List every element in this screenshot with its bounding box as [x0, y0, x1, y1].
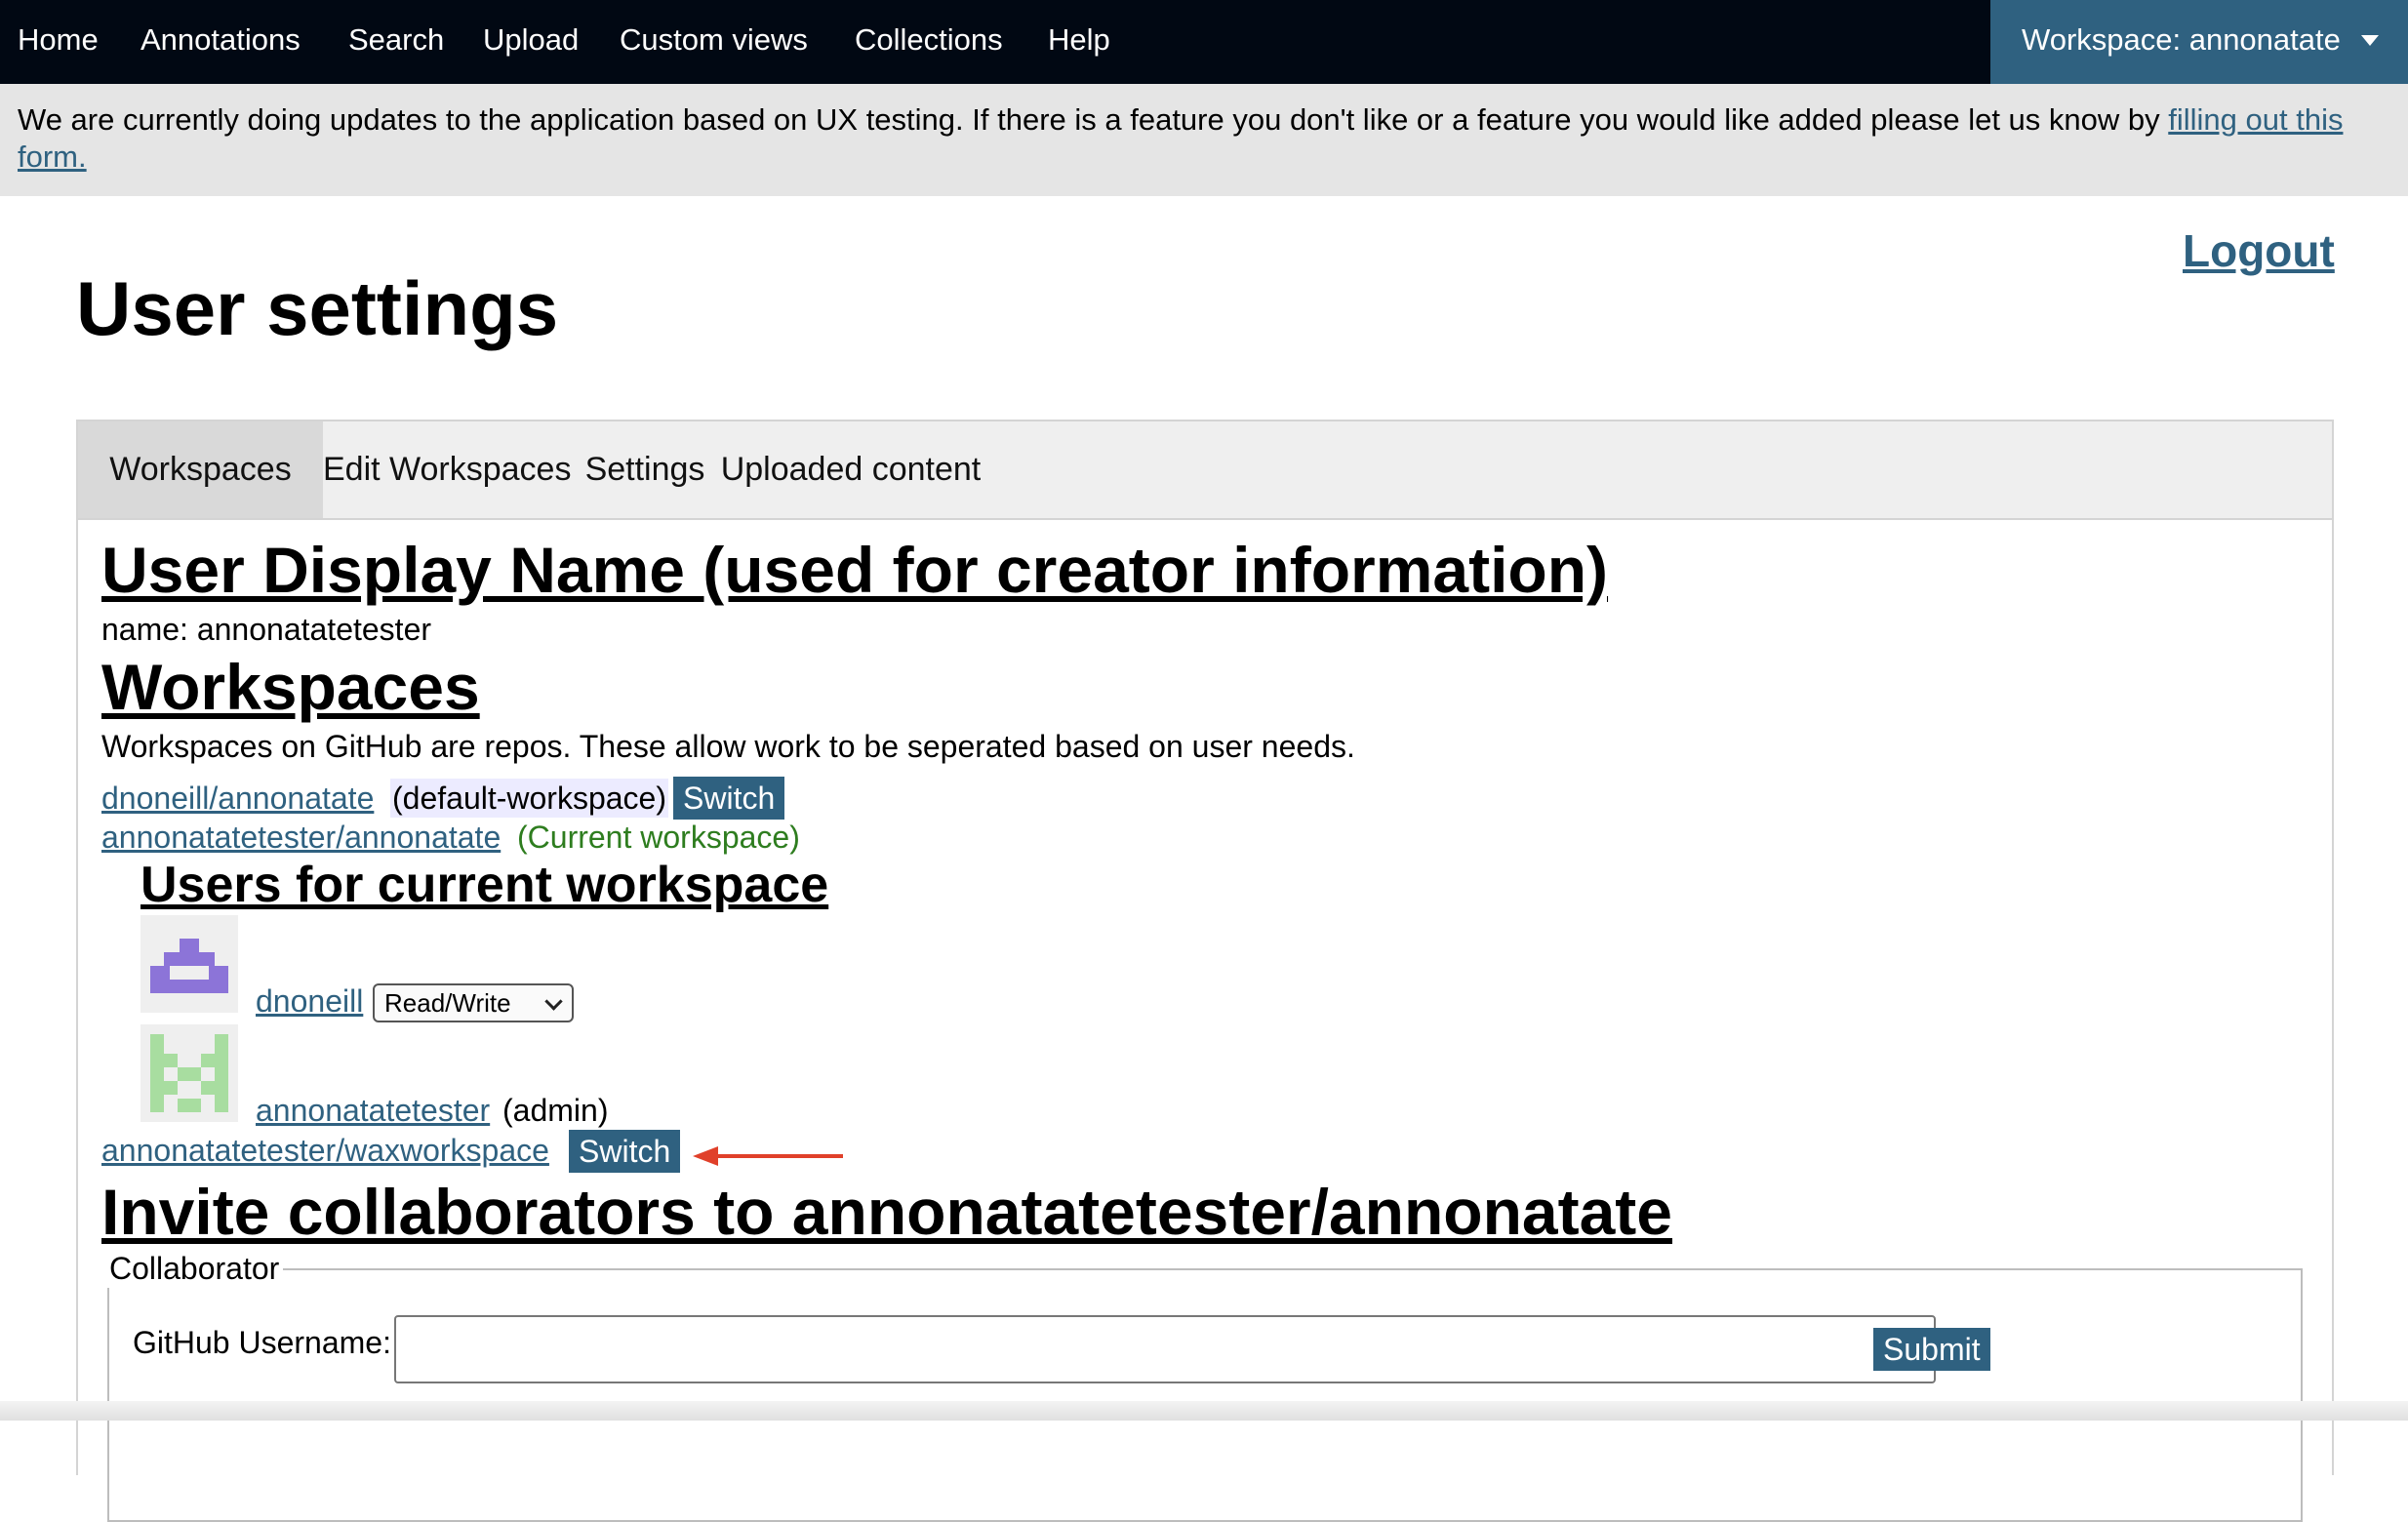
workspace-dropdown-label: Workspace: annonatate — [2022, 22, 2341, 57]
user-link[interactable]: annonatatetester — [256, 1091, 490, 1130]
avatar — [140, 1024, 238, 1122]
banner-text: We are currently doing updates to the ap… — [18, 101, 2379, 176]
caret-down-icon — [2361, 35, 2379, 46]
switch-workspace-button[interactable]: Switch — [569, 1130, 681, 1173]
nav-upload[interactable]: Upload — [483, 0, 579, 84]
workspaces-heading: Workspaces — [101, 651, 480, 723]
tab-edit-workspaces[interactable]: Edit Workspaces — [323, 421, 571, 518]
user-role-value: Read/Write — [384, 988, 511, 1018]
collaborator-legend: Collaborator — [105, 1249, 284, 1288]
top-nav: Home Annotations Search Upload Custom vi… — [0, 0, 2408, 84]
tab-settings[interactable]: Settings — [571, 421, 719, 518]
avatar — [140, 915, 238, 1013]
nav-collections[interactable]: Collections — [855, 0, 1003, 84]
current-workspace-badge: (Current workspace) — [517, 820, 800, 855]
user-role-select[interactable]: Read/Write — [373, 983, 574, 1022]
user-link[interactable]: dnoneill — [256, 981, 363, 1021]
default-workspace-badge: (default-workspace) — [390, 779, 668, 818]
switch-workspace-button[interactable]: Switch — [673, 777, 785, 820]
admin-label: (admin) — [502, 1093, 609, 1128]
banner-message: We are currently doing updates to the ap… — [18, 102, 2169, 137]
logout-link[interactable]: Logout — [2183, 224, 2335, 277]
display-name-heading: User Display Name (used for creator info… — [101, 534, 1609, 606]
submit-button[interactable]: Submit — [1873, 1328, 1990, 1371]
display-name-text: name: annonatatetester — [101, 612, 432, 647]
tab-bar: Workspaces Edit Workspaces Settings Uplo… — [78, 421, 2332, 520]
chevron-down-icon — [544, 992, 563, 1011]
nav-help[interactable]: Help — [1048, 0, 1110, 84]
nav-annotations[interactable]: Annotations — [140, 0, 301, 84]
invite-heading: Invite collaborators to annonatatetester… — [101, 1176, 1672, 1248]
github-username-input[interactable] — [394, 1315, 1936, 1383]
window-bottom-edge — [0, 1401, 2408, 1421]
collaborator-fieldset — [107, 1268, 2303, 1522]
nav-custom-views[interactable]: Custom views — [620, 0, 808, 84]
workspace-dropdown[interactable]: Workspace: annonatate — [1990, 0, 2408, 84]
annotation-arrow-icon — [693, 1146, 843, 1166]
github-username-label: GitHub Username: — [133, 1325, 391, 1360]
nav-home[interactable]: Home — [18, 0, 99, 84]
users-heading: Users for current workspace — [140, 857, 829, 913]
identicon-icon — [150, 939, 228, 993]
workspace-link-current[interactable]: annonatatetester/annonatate — [101, 818, 501, 857]
workspace-link[interactable]: dnoneill/annonatate — [101, 779, 374, 818]
workspaces-description: Workspaces on GitHub are repos. These al… — [101, 729, 1355, 764]
tab-uploaded-content[interactable]: Uploaded content — [719, 421, 983, 518]
tab-workspaces[interactable]: Workspaces — [78, 421, 323, 518]
workspace-link[interactable]: annonatatetester/waxworkspace — [101, 1131, 549, 1170]
identicon-icon — [150, 1034, 228, 1112]
settings-panel: Workspaces Edit Workspaces Settings Uplo… — [76, 420, 2334, 1522]
page-title: User settings — [76, 265, 559, 351]
nav-search[interactable]: Search — [348, 0, 444, 84]
ux-notice-banner: We are currently doing updates to the ap… — [0, 84, 2408, 196]
